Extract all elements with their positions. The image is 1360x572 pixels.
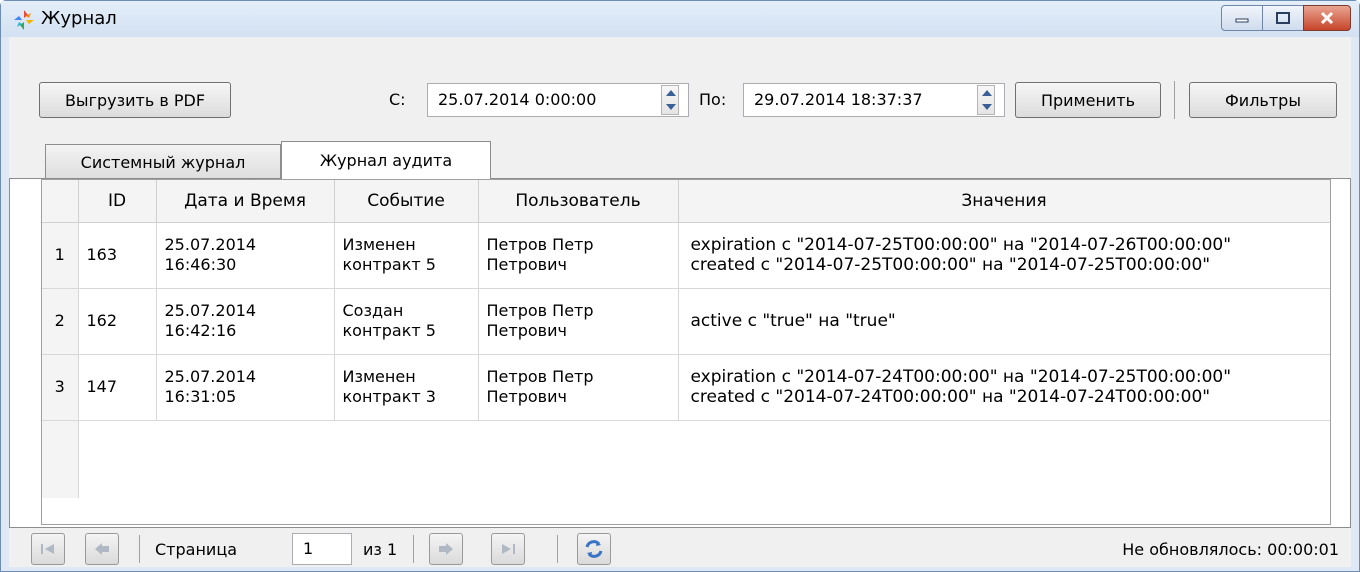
tab-system-log[interactable]: Системный журнал (45, 144, 281, 179)
row-number: 2 (42, 288, 79, 355)
from-label: С: (389, 90, 406, 109)
client-area: Выгрузить в PDF С: 25.07.2014 0:00:00 По… (9, 37, 1351, 567)
cell-user-line: Петрович (486, 255, 567, 274)
pager-separator (139, 535, 140, 563)
cell-time: 16:42:16 (164, 321, 237, 340)
cell-time: 16:46:30 (164, 255, 237, 274)
cell-id: 162 (78, 288, 157, 355)
window-controls (1221, 5, 1351, 31)
to-date-spinner[interactable] (977, 85, 995, 115)
journal-window: Журнал Выгрузить в PDF С: 25.07.2014 0:0… (0, 0, 1360, 572)
cell-event-line: контракт 3 (342, 387, 436, 406)
app-icon (14, 10, 34, 30)
tab-audit-log[interactable]: Журнал аудита (281, 141, 491, 179)
from-date-field[interactable]: 25.07.2014 0:00:00 (427, 83, 689, 117)
refresh-icon (585, 540, 603, 558)
last-page-button[interactable] (491, 533, 525, 565)
cell-value-line: expiration с "2014-07-25T00:00:00" на "2… (690, 235, 1232, 255)
audit-table[interactable]: ID Дата и Время Событие Пользователь Зна… (41, 179, 1331, 525)
window-title: Журнал (41, 8, 117, 29)
update-status: Не обновлялось: 00:00:01 (1122, 540, 1339, 559)
cell-event-line: контракт 5 (342, 255, 436, 274)
cell-values: expiration с "2014-07-24T00:00:00" на "2… (678, 354, 1330, 421)
cell-user: Петров Петр Петрович (478, 222, 679, 289)
cell-value-line: created с "2014-07-25T00:00:00" на "2014… (690, 255, 1211, 275)
column-header-values[interactable]: Значения (678, 180, 1330, 223)
title-bar[interactable]: Журнал (1, 1, 1359, 37)
cell-values: active с "true" на "true" (678, 288, 1330, 355)
column-header-datetime[interactable]: Дата и Время (156, 180, 335, 223)
refresh-button[interactable] (577, 533, 611, 565)
pager-separator (413, 535, 414, 563)
cell-event: Изменен контракт 5 (334, 222, 479, 289)
cell-id: 147 (78, 354, 157, 421)
column-header-id[interactable]: ID (78, 180, 157, 223)
cell-user-line: Петрович (486, 321, 567, 340)
row-number-header (42, 180, 79, 223)
page-number-input[interactable]: 1 (292, 533, 352, 565)
apply-button[interactable]: Применить (1015, 82, 1161, 118)
cell-event-line: Изменен (342, 235, 416, 254)
cell-event: Изменен контракт 3 (334, 354, 479, 421)
pager-separator (557, 535, 558, 563)
page-count-label: из 1 (363, 540, 398, 559)
empty-row-area (42, 420, 1330, 498)
page-label: Страница (155, 540, 238, 559)
pager-bar: Страница 1 из 1 Не обновлялось: 00:00:01 (9, 533, 1351, 567)
empty-area (78, 420, 1330, 498)
cell-date: 25.07.2014 (164, 367, 257, 386)
maximize-button[interactable] (1262, 5, 1304, 31)
prev-page-button[interactable] (85, 533, 119, 565)
cell-value-line: expiration с "2014-07-24T00:00:00" на "2… (690, 367, 1232, 387)
cell-user-line: Петров Петр (486, 367, 594, 386)
cell-datetime: 25.07.2014 16:31:05 (156, 354, 335, 421)
row-number: 1 (42, 222, 79, 289)
maximize-icon (1276, 12, 1290, 24)
row-number-empty (42, 420, 79, 498)
last-page-icon (502, 544, 515, 554)
next-page-icon (439, 543, 453, 555)
minimize-icon (1235, 18, 1249, 23)
cell-value-line: created с "2014-07-24T00:00:00" на "2014… (690, 387, 1211, 407)
cell-datetime: 25.07.2014 16:46:30 (156, 222, 335, 289)
row-number: 3 (42, 354, 79, 421)
cell-user: Петров Петр Петрович (478, 354, 679, 421)
table-row[interactable]: 2 162 25.07.2014 16:42:16 Создан контракт … (42, 288, 1330, 355)
minimize-button[interactable] (1221, 5, 1263, 31)
cell-event-line: контракт 5 (342, 321, 436, 340)
table-header: ID Дата и Время Событие Пользователь Зна… (42, 180, 1330, 223)
to-label: По: (699, 90, 727, 109)
cell-date: 25.07.2014 (164, 301, 257, 320)
cell-value-line: active с "true" на "true" (690, 311, 896, 331)
cell-datetime: 25.07.2014 16:42:16 (156, 288, 335, 355)
export-pdf-button[interactable]: Выгрузить в PDF (39, 82, 231, 118)
toolbar-separator (1174, 81, 1175, 119)
cell-user: Петров Петр Петрович (478, 288, 679, 355)
cell-user-line: Петров Петр (486, 301, 594, 320)
cell-event-line: Создан (342, 301, 404, 320)
close-icon (1320, 11, 1334, 25)
cell-id: 163 (78, 222, 157, 289)
next-page-button[interactable] (429, 533, 463, 565)
cell-event-line: Изменен (342, 367, 416, 386)
from-date-spinner[interactable] (661, 85, 679, 115)
column-header-event[interactable]: Событие (334, 180, 479, 223)
to-date-field[interactable]: 29.07.2014 18:37:37 (743, 83, 1005, 117)
cell-user-line: Петрович (486, 387, 567, 406)
table-row[interactable]: 3 147 25.07.2014 16:31:05 Изменен контракт… (42, 354, 1330, 421)
cell-event: Создан контракт 5 (334, 288, 479, 355)
prev-page-icon (95, 543, 109, 555)
close-button[interactable] (1303, 5, 1351, 31)
cell-time: 16:31:05 (164, 387, 237, 406)
table-row[interactable]: 1 163 25.07.2014 16:46:30 Изменен контракт… (42, 222, 1330, 289)
cell-user-line: Петров Петр (486, 235, 594, 254)
first-page-icon (41, 544, 54, 554)
column-header-user[interactable]: Пользователь (478, 180, 679, 223)
cell-date: 25.07.2014 (164, 235, 257, 254)
first-page-button[interactable] (31, 533, 65, 565)
filters-button[interactable]: Фильтры (1189, 82, 1337, 118)
cell-values: expiration с "2014-07-25T00:00:00" на "2… (678, 222, 1330, 289)
